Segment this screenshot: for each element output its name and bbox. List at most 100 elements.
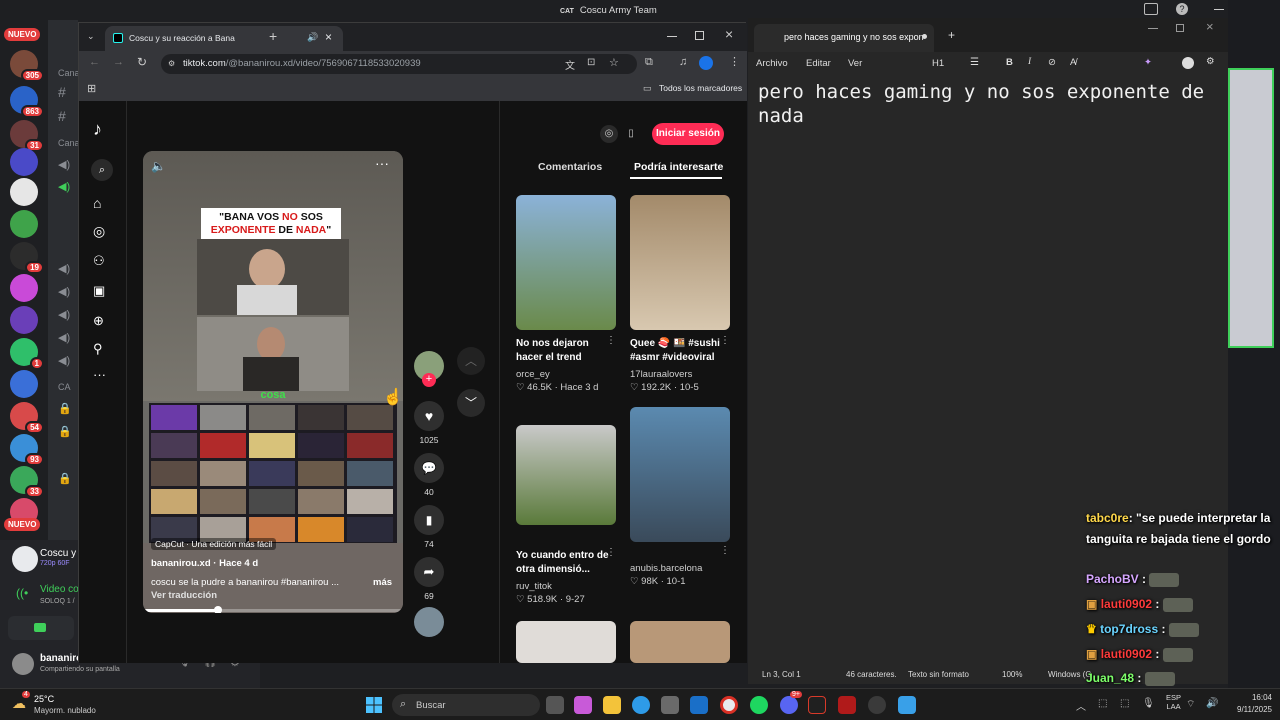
more-icon[interactable]: ··· (93, 367, 111, 385)
minimize-icon[interactable] (1148, 28, 1158, 29)
avatar[interactable] (12, 653, 34, 675)
copilot-icon[interactable] (574, 696, 592, 714)
lock-icon[interactable]: 🔒 (58, 472, 72, 485)
heading-dropdown[interactable]: H1 (932, 58, 944, 69)
gear-icon[interactable]: ⚙ (1206, 56, 1215, 67)
weather-desc[interactable]: Mayorm. nublado (34, 706, 96, 715)
suggestion-caption[interactable]: Yo cuando entro de otra dimensió... (516, 549, 616, 577)
obs-icon[interactable] (868, 696, 886, 714)
capcut-label[interactable]: CapCut · Una edición más fácil (151, 538, 277, 550)
mic-icon[interactable]: 🎙 (1142, 698, 1155, 709)
browser-tab[interactable]: Coscu y su reacción a Bana 🔊 × (105, 26, 343, 51)
suggestion-author[interactable]: ruv_titok (516, 581, 552, 592)
explore-icon[interactable]: ◎ (93, 223, 111, 241)
more-options-icon[interactable]: ⋮ (606, 335, 616, 346)
suggestion-thumbnail[interactable] (630, 407, 730, 542)
forward-icon[interactable]: → (113, 56, 124, 68)
network-icon[interactable]: ⌔ (1186, 698, 1195, 711)
video-player[interactable]: 🔈 ··· "BANA VOS NO SOS EXPONENTE DE NADA… (143, 151, 403, 613)
tab-close-icon[interactable]: × (325, 30, 332, 44)
link-icon[interactable]: ⊘ (1048, 57, 1056, 68)
all-bookmarks-link[interactable]: Todos los marcadores (659, 83, 742, 93)
live-icon[interactable]: ▣ (93, 283, 111, 301)
monitor-icon[interactable] (1144, 3, 1158, 15)
outlook-icon[interactable] (690, 696, 708, 714)
suggestion-thumbnail[interactable] (516, 425, 616, 525)
speaker-icon[interactable]: ◀) (58, 308, 72, 321)
back-icon[interactable]: ← (89, 56, 100, 68)
more-link[interactable]: más (373, 577, 392, 588)
close-icon[interactable]: × (725, 26, 733, 42)
suggestion-thumbnail[interactable] (630, 621, 730, 663)
volume-icon[interactable]: 🔈 (151, 159, 166, 173)
tiktok-logo-icon[interactable]: ♪ (93, 119, 111, 139)
minimize-icon[interactable] (1214, 9, 1224, 10)
server-icon[interactable]: 54 (10, 402, 44, 434)
lock-icon[interactable]: 🔒 (58, 425, 72, 438)
follow-plus-icon[interactable]: + (422, 373, 436, 387)
server-icon[interactable]: 305 (10, 50, 44, 82)
tray-icon[interactable]: ⬚ (1098, 698, 1107, 709)
hash-icon[interactable]: # (58, 108, 72, 124)
suggestion-author[interactable]: anubis.barcelona (630, 563, 702, 574)
discord-icon[interactable] (780, 696, 798, 714)
extensions-icon[interactable]: ⧉ (645, 56, 653, 69)
site-info-icon[interactable]: ⚙ (168, 59, 175, 68)
notepad-icon[interactable] (898, 696, 916, 714)
translate-link[interactable]: Ver traducción (151, 590, 217, 601)
server-icon[interactable]: 93 (10, 434, 44, 466)
speaker-icon[interactable]: ◀) (58, 262, 72, 275)
help-icon[interactable]: ? (1176, 3, 1188, 15)
more-options-icon[interactable]: ⋮ (606, 547, 616, 558)
tab-comments[interactable]: Comentarios (538, 161, 602, 173)
search-icon[interactable]: ⌕ (91, 159, 113, 181)
more-options-icon[interactable]: ⋮ (720, 545, 730, 556)
server-icon[interactable]: 1 (10, 338, 44, 370)
menu-view[interactable]: Ver (848, 58, 862, 69)
install-icon[interactable]: ⊡ (587, 57, 595, 68)
speaker-icon[interactable]: ◀) (58, 331, 72, 344)
suggestion-thumbnail[interactable] (516, 195, 616, 330)
tab-search-icon[interactable]: ⌄ (87, 31, 95, 42)
like-heart-icon[interactable]: ♥ (414, 401, 444, 431)
capcut-icon[interactable] (808, 696, 826, 714)
server-icon[interactable] (10, 210, 38, 238)
tray-icon[interactable]: ⬚ (1120, 698, 1129, 709)
following-icon[interactable]: ⚇ (93, 253, 111, 271)
progress-track[interactable] (143, 606, 403, 613)
reload-icon[interactable]: ↻ (137, 55, 147, 69)
suggestion-author[interactable]: orce_ey (516, 369, 550, 380)
star-icon[interactable]: ☆ (609, 56, 619, 69)
server-icon[interactable] (10, 370, 38, 398)
maximize-icon[interactable] (695, 31, 704, 40)
address-bar[interactable]: ⚙ tiktok.com/@bananirou.xd/video/7569067… (161, 54, 637, 74)
profile-icon[interactable] (699, 56, 713, 70)
task-view-icon[interactable] (546, 696, 564, 714)
apps-icon[interactable]: ⊞ (87, 82, 96, 95)
server-icon[interactable] (10, 148, 38, 176)
more-options-icon[interactable]: ··· (375, 155, 389, 171)
new-tab-icon[interactable]: + (269, 28, 277, 44)
server-icon[interactable] (10, 274, 38, 302)
chrome-icon[interactable] (720, 696, 738, 714)
server-icon[interactable] (10, 178, 38, 206)
weather-temp[interactable]: 25°C (34, 694, 54, 704)
server-icon[interactable]: 863 (10, 86, 44, 118)
media-icon[interactable]: ♫ (679, 56, 687, 68)
menu-edit[interactable]: Editar (806, 58, 831, 69)
italic-icon[interactable]: I (1028, 57, 1031, 67)
suggestion-caption[interactable]: No nos dejaron hacer el trend (516, 337, 616, 365)
home-icon[interactable]: ⌂ (93, 195, 111, 213)
file-explorer-icon[interactable] (603, 696, 621, 714)
store-icon[interactable] (661, 696, 679, 714)
close-icon[interactable]: × (1206, 19, 1214, 34)
spotify-icon[interactable] (750, 696, 768, 714)
server-icon[interactable]: 19 (10, 242, 44, 274)
volume-icon[interactable]: 🔊 (1206, 698, 1218, 709)
comment-icon[interactable]: 💬 (414, 453, 444, 483)
maximize-icon[interactable] (1176, 24, 1184, 32)
clear-format-icon[interactable]: A̸ (1070, 57, 1076, 68)
server-icon[interactable]: 33 (10, 466, 44, 498)
taskbar-search[interactable]: ⌕ Buscar (392, 694, 540, 716)
video-toggle-button[interactable] (8, 616, 74, 640)
